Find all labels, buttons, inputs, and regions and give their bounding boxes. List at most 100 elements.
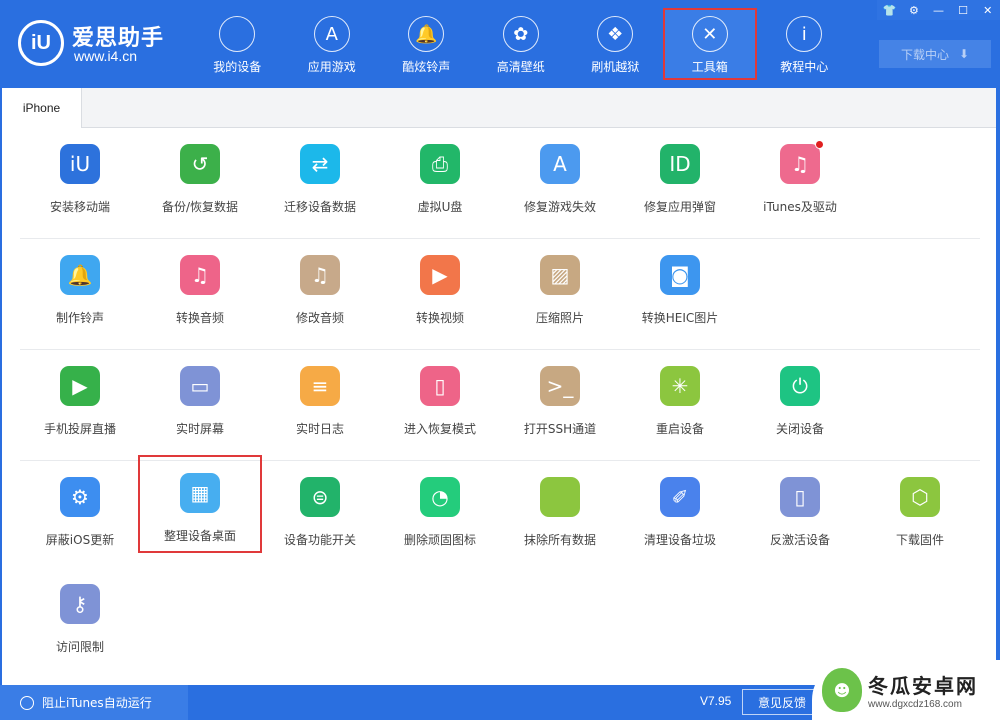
tool-item[interactable]: ▶ 转换视频 — [380, 239, 500, 339]
icon-glyph: ID — [669, 152, 691, 176]
icon-glyph: ♫ — [311, 263, 329, 287]
app-window: iU 爱思助手 www.i4.cn 我的设备 A 应用游戏 🔔 酷炫铃声 ✿ 高清壁纸 ❖ 刷机… — [0, 0, 1000, 720]
tool-label: 关闭设备 — [775, 422, 824, 436]
tool-item[interactable]: ◔ 删除顽固图标 — [380, 461, 500, 561]
tool-item[interactable]: ♫ iTunes及驱动 — [740, 128, 860, 228]
nav-item-2[interactable]: 🔔 酷炫铃声 — [379, 8, 474, 80]
icon-glyph: ⇄ — [311, 152, 329, 176]
tool-label: 压缩照片 — [535, 311, 584, 325]
tool-item[interactable]: ⚙ 屏蔽iOS更新 — [20, 461, 140, 561]
header: iU 爱思助手 www.i4.cn 我的设备 A 应用游戏 🔔 酷炫铃声 ✿ 高清壁纸 ❖ 刷机… — [0, 0, 1000, 88]
icon-glyph: ⚷ — [72, 592, 88, 616]
nav-item-1[interactable]: A 应用游戏 — [285, 8, 380, 80]
tool-item[interactable]: ↺ 备份/恢复数据 — [140, 128, 260, 228]
nav-item-3[interactable]: ✿ 高清壁纸 — [474, 8, 569, 80]
tool-label: 整理设备桌面 — [163, 529, 236, 543]
tool-item[interactable]: ▦ 整理设备桌面 — [138, 455, 262, 553]
nav-item-6[interactable]: i 教程中心 — [757, 8, 852, 80]
logo-icon: iU — [18, 20, 64, 66]
tool-row: 🔔 制作铃声 ♫ 转换音频 ♫ 修改音频 ▶ 转换视频 ▨ 压缩照片 ◙ 转换HEIC图片 — [20, 239, 980, 350]
icon-glyph: ♫ — [191, 263, 209, 287]
tool-label: 抹除所有数据 — [523, 533, 596, 547]
tool-item[interactable]: ♫ 修改音频 — [260, 239, 380, 339]
tool-item[interactable]: ⏻ 关闭设备 — [740, 350, 860, 450]
tool-label: 转换HEIC图片 — [641, 311, 719, 325]
tool-item[interactable]: ⊜ 设备功能开关 — [260, 461, 380, 561]
tool-item[interactable]: ♫ 转换音频 — [140, 239, 260, 339]
apple-icon — [219, 16, 256, 52]
tool-item[interactable]: ✐ 清理设备垃圾 — [620, 461, 740, 561]
tool-label: 备份/恢复数据 — [161, 200, 239, 214]
firmware-icon: ⬡ — [900, 477, 940, 517]
clean-junk-icon: ✐ — [660, 477, 700, 517]
app-url: www.i4.cn — [74, 48, 138, 64]
tool-row: ⚙ 屏蔽iOS更新 ▦ 整理设备桌面 ⊜ 设备功能开关 ◔ 删除顽固图标 抹除所有数据 ✐ 清理设备… — [20, 455, 980, 572]
icon-glyph: ◔ — [431, 485, 449, 509]
backup-restore-icon: ↺ — [180, 144, 220, 184]
maximize-button[interactable]: ☐ — [953, 4, 973, 17]
tool-item[interactable]: 抹除所有数据 — [500, 461, 620, 561]
icon-glyph: ⎙ — [432, 152, 448, 176]
tool-item[interactable]: ID 修复应用弹窗 — [620, 128, 740, 228]
tool-item[interactable]: ≡ 实时日志 — [260, 350, 380, 450]
download-center-button[interactable]: 下载中心 ⬇ — [879, 40, 991, 68]
tool-label: 制作铃声 — [55, 311, 104, 325]
android-logo-icon: ☻ — [822, 668, 862, 712]
tool-item[interactable]: ⬡ 下载固件 — [860, 461, 980, 561]
icon-glyph: ▦ — [190, 481, 210, 505]
icon-glyph: 🔔 — [67, 263, 93, 287]
nav-item-4[interactable]: ❖ 刷机越狱 — [568, 8, 663, 80]
tool-item[interactable]: ✳ 重启设备 — [620, 350, 740, 450]
usb-drive-icon: ⎙ — [420, 144, 460, 184]
version-label: V7.95 — [700, 694, 732, 708]
tool-item[interactable]: 🔔 制作铃声 — [20, 239, 140, 339]
tool-item[interactable]: ◙ 转换HEIC图片 — [620, 239, 740, 339]
tool-item[interactable]: ▭ 实时屏幕 — [140, 350, 260, 450]
tool-item[interactable]: ⎙ 虚拟U盘 — [380, 128, 500, 228]
nav-item-label: 工具箱 — [691, 60, 728, 74]
minimize-button[interactable]: — — [928, 4, 948, 17]
tool-item[interactable]: ▯ 反激活设备 — [740, 461, 860, 561]
tab-iphone[interactable]: iPhone — [2, 88, 82, 128]
tool-label: 删除顽固图标 — [403, 533, 476, 547]
download-center-label: 下载中心 — [900, 47, 949, 62]
i4-app-icon: iU — [60, 144, 100, 184]
nav-item-5[interactable]: ✕ 工具箱 — [662, 8, 757, 80]
main-nav: 我的设备 A 应用游戏 🔔 酷炫铃声 ✿ 高清壁纸 ❖ 刷机越狱 ✕ 工具箱 i 教程中心 — [190, 8, 852, 80]
migrate-data-icon: ⇄ — [300, 144, 340, 184]
tool-label: 实时屏幕 — [175, 422, 224, 436]
tool-item[interactable]: ▯ 进入恢复模式 — [380, 350, 500, 450]
flower-icon: ✿ — [502, 16, 539, 52]
settings-icon[interactable]: ⚙ — [904, 4, 924, 17]
tool-row: iU 安装移动端 ↺ 备份/恢复数据 ⇄ 迁移设备数据 ⎙ 虚拟U盘 A 修复游戏失效 ID 修复应用… — [20, 128, 980, 239]
feedback-button[interactable]: 意见反馈 — [742, 689, 822, 715]
dropbox-icon: ❖ — [597, 16, 634, 52]
nav-item-label: 高清壁纸 — [496, 60, 545, 74]
tool-label: 虚拟U盘 — [417, 200, 463, 214]
icon-glyph: ⊜ — [311, 485, 329, 509]
power-icon: ⏻ — [780, 366, 820, 406]
nav-item-0[interactable]: 我的设备 — [190, 8, 285, 80]
notification-dot — [815, 140, 824, 149]
skin-icon[interactable]: 👕 — [879, 4, 899, 17]
tool-item[interactable]: ▨ 压缩照片 — [500, 239, 620, 339]
icon-glyph: ⏻ — [792, 374, 808, 398]
watermark-url: www.dgxcdz168.com — [868, 699, 962, 710]
tool-label: 修复应用弹窗 — [643, 200, 716, 214]
nav-item-label: 酷炫铃声 — [402, 60, 451, 74]
tool-label: 手机投屏直播 — [43, 422, 116, 436]
tool-item[interactable]: ⚷ 访问限制 — [20, 568, 140, 668]
tool-label: 转换音频 — [175, 311, 224, 325]
tool-item[interactable]: iU 安装移动端 — [20, 128, 140, 228]
block-itunes-toggle[interactable]: 阻止iTunes自动运行 — [0, 685, 188, 720]
icon-glyph: iU — [69, 152, 91, 176]
organize-desktop-icon: ▦ — [180, 473, 220, 513]
tool-label: 屏蔽iOS更新 — [45, 533, 115, 547]
tool-item[interactable]: ⇄ 迁移设备数据 — [260, 128, 380, 228]
tool-item[interactable]: >_ 打开SSH通道 — [500, 350, 620, 450]
icon-glyph: ▭ — [190, 374, 210, 398]
tool-item[interactable]: ▶ 手机投屏直播 — [20, 350, 140, 450]
tool-item[interactable]: A 修复游戏失效 — [500, 128, 620, 228]
realtime-log-icon: ≡ — [300, 366, 340, 406]
close-button[interactable]: ✕ — [978, 4, 998, 17]
